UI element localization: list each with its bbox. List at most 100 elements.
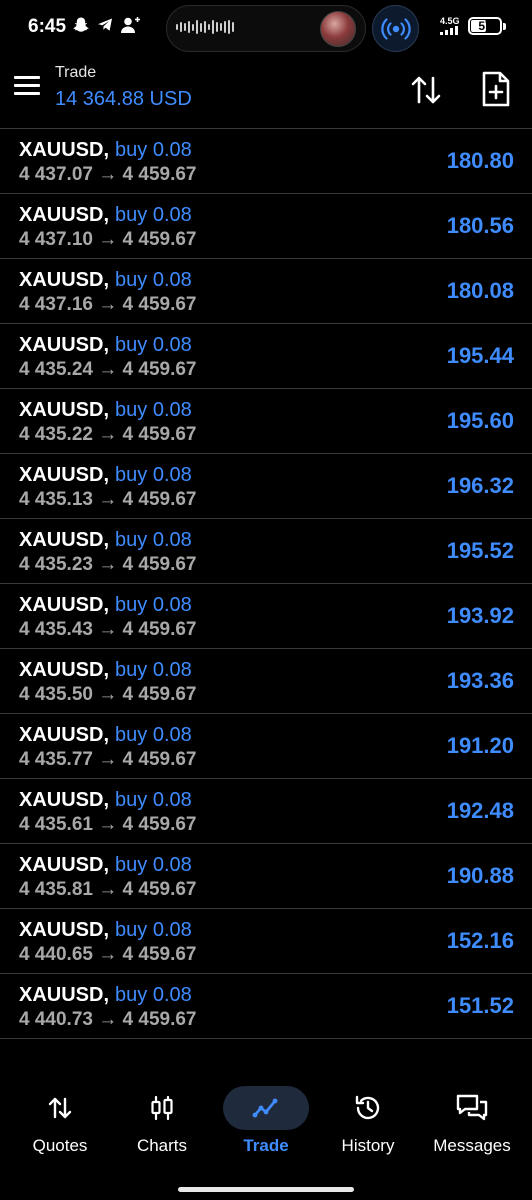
trade-row[interactable]: XAUUSD, buy 0.08 4 437.07 → 4 459.67 180.80 bbox=[0, 129, 532, 194]
trade-row[interactable]: XAUUSD, buy 0.08 4 437.16 → 4 459.67 180.08 bbox=[0, 259, 532, 324]
trade-prices: 4 435.22 → 4 459.67 bbox=[19, 424, 197, 446]
trade-row[interactable]: XAUUSD, buy 0.08 4 435.22 → 4 459.67 195.60 bbox=[0, 389, 532, 454]
trade-icon bbox=[223, 1086, 309, 1130]
telegram-icon bbox=[96, 16, 114, 34]
arrow-right-icon: → bbox=[92, 619, 123, 640]
trade-profit: 195.60 bbox=[446, 408, 514, 433]
trade-profit: 180.56 bbox=[446, 213, 514, 238]
trade-row[interactable]: XAUUSD, buy 0.08 4 435.61 → 4 459.67 192.48 bbox=[0, 779, 532, 844]
arrow-right-icon: → bbox=[92, 229, 123, 250]
trade-row[interactable]: XAUUSD, buy 0.08 4 435.81 → 4 459.67 190.88 bbox=[0, 844, 532, 909]
trade-row[interactable]: XAUUSD, buy 0.08 4 435.77 → 4 459.67 191.20 bbox=[0, 714, 532, 779]
trade-symbol: XAUUSD bbox=[19, 464, 104, 486]
notification-icons bbox=[72, 16, 142, 34]
trade-prices: 4 435.13 → 4 459.67 bbox=[19, 489, 197, 511]
trade-header: XAUUSD, buy 0.08 bbox=[19, 594, 192, 617]
trade-prices: 4 435.50 → 4 459.67 bbox=[19, 684, 197, 706]
trade-row[interactable]: XAUUSD, buy 0.08 4 435.43 → 4 459.67 193.92 bbox=[0, 584, 532, 649]
system-status: 4.5G 57 bbox=[440, 17, 506, 35]
new-order-button[interactable] bbox=[480, 70, 512, 108]
menu-button[interactable] bbox=[14, 76, 42, 100]
current-price: 4 459.67 bbox=[122, 1009, 197, 1030]
symbol-separator: , bbox=[103, 919, 110, 941]
symbol-separator: , bbox=[103, 984, 110, 1006]
arrow-right-icon: → bbox=[92, 164, 123, 185]
trade-profit: 180.80 bbox=[446, 148, 514, 173]
open-price: 4 440.73 bbox=[19, 1009, 93, 1030]
current-price: 4 459.67 bbox=[122, 749, 197, 770]
page-title: Trade bbox=[55, 64, 97, 81]
trade-type-volume: buy 0.08 bbox=[115, 334, 192, 356]
current-price: 4 459.67 bbox=[122, 359, 197, 380]
current-price: 4 459.67 bbox=[122, 944, 197, 965]
status-time: 6:45 bbox=[28, 16, 67, 37]
nav-label: Messages bbox=[433, 1136, 511, 1155]
symbol-separator: , bbox=[103, 594, 110, 616]
symbol-separator: , bbox=[103, 204, 110, 226]
app-header: Trade 14 364.88 USD bbox=[0, 60, 532, 128]
trade-row[interactable]: XAUUSD, buy 0.08 4 435.24 → 4 459.67 195.44 bbox=[0, 324, 532, 389]
symbol-separator: , bbox=[103, 659, 110, 681]
quotes-icon bbox=[17, 1086, 103, 1130]
arrow-right-icon: → bbox=[92, 294, 123, 315]
trade-header: XAUUSD, buy 0.08 bbox=[19, 269, 192, 292]
symbol-separator: , bbox=[103, 529, 110, 551]
messages-icon bbox=[429, 1086, 515, 1130]
trade-list: XAUUSD, buy 0.08 4 437.07 → 4 459.67 180.80… bbox=[0, 128, 532, 1039]
battery-icon: 57 bbox=[468, 17, 502, 35]
media-artwork[interactable] bbox=[320, 11, 356, 47]
status-bar: 6:45 4.5G 57 bbox=[0, 0, 532, 60]
trade-type-volume: buy 0.08 bbox=[115, 659, 192, 681]
open-price: 4 437.16 bbox=[19, 294, 93, 315]
trade-symbol: XAUUSD bbox=[19, 984, 104, 1006]
current-price: 4 459.67 bbox=[122, 619, 197, 640]
trade-type-volume: buy 0.08 bbox=[115, 594, 192, 616]
trade-symbol: XAUUSD bbox=[19, 269, 104, 291]
trade-prices: 4 437.16 → 4 459.67 bbox=[19, 294, 197, 316]
open-price: 4 435.13 bbox=[19, 489, 93, 510]
trade-type-volume: buy 0.08 bbox=[115, 854, 192, 876]
nav-quotes[interactable]: Quotes bbox=[8, 1080, 112, 1170]
new-document-icon bbox=[482, 71, 510, 107]
nav-history[interactable]: History bbox=[316, 1080, 420, 1170]
trade-prices: 4 435.81 → 4 459.67 bbox=[19, 879, 197, 901]
symbol-separator: , bbox=[103, 464, 110, 486]
charts-icon bbox=[119, 1086, 205, 1130]
nav-charts[interactable]: Charts bbox=[110, 1080, 214, 1170]
symbol-separator: , bbox=[103, 269, 110, 291]
trade-row[interactable]: XAUUSD, buy 0.08 4 435.50 → 4 459.67 193.36 bbox=[0, 649, 532, 714]
sort-button[interactable] bbox=[408, 72, 444, 108]
current-price: 4 459.67 bbox=[122, 489, 197, 510]
broadcast-icon[interactable] bbox=[372, 5, 419, 52]
open-price: 4 440.65 bbox=[19, 944, 93, 965]
home-indicator[interactable] bbox=[178, 1187, 354, 1192]
nav-label: Trade bbox=[243, 1136, 289, 1155]
trade-prices: 4 440.65 → 4 459.67 bbox=[19, 944, 197, 966]
open-price: 4 435.77 bbox=[19, 749, 93, 770]
trade-prices: 4 437.10 → 4 459.67 bbox=[19, 229, 197, 251]
trade-row[interactable]: XAUUSD, buy 0.08 4 435.23 → 4 459.67 195.52 bbox=[0, 519, 532, 584]
trade-type-volume: buy 0.08 bbox=[115, 529, 192, 551]
arrow-right-icon: → bbox=[92, 489, 123, 510]
trade-profit: 195.44 bbox=[446, 343, 514, 368]
trade-row[interactable]: XAUUSD, buy 0.08 4 440.73 → 4 459.67 151.52 bbox=[0, 974, 532, 1039]
trade-profit: 196.32 bbox=[446, 473, 514, 498]
open-price: 4 435.81 bbox=[19, 879, 93, 900]
nav-trade[interactable]: Trade bbox=[214, 1080, 318, 1170]
arrow-right-icon: → bbox=[92, 424, 123, 445]
trade-symbol: XAUUSD bbox=[19, 399, 104, 421]
open-price: 4 435.22 bbox=[19, 424, 93, 445]
trade-symbol: XAUUSD bbox=[19, 724, 104, 746]
nav-label: Quotes bbox=[32, 1136, 88, 1155]
current-price: 4 459.67 bbox=[122, 554, 197, 575]
snapchat-icon bbox=[72, 16, 90, 34]
trade-row[interactable]: XAUUSD, buy 0.08 4 435.13 → 4 459.67 196.32 bbox=[0, 454, 532, 519]
trade-row[interactable]: XAUUSD, buy 0.08 4 440.65 → 4 459.67 152.16 bbox=[0, 909, 532, 974]
nav-messages[interactable]: Messages bbox=[420, 1080, 524, 1170]
sort-icon bbox=[411, 76, 441, 104]
trade-row[interactable]: XAUUSD, buy 0.08 4 437.10 → 4 459.67 180.56 bbox=[0, 194, 532, 259]
open-price: 4 435.43 bbox=[19, 619, 93, 640]
user-add-icon bbox=[120, 16, 142, 34]
arrow-right-icon: → bbox=[92, 359, 123, 380]
current-price: 4 459.67 bbox=[122, 164, 197, 185]
